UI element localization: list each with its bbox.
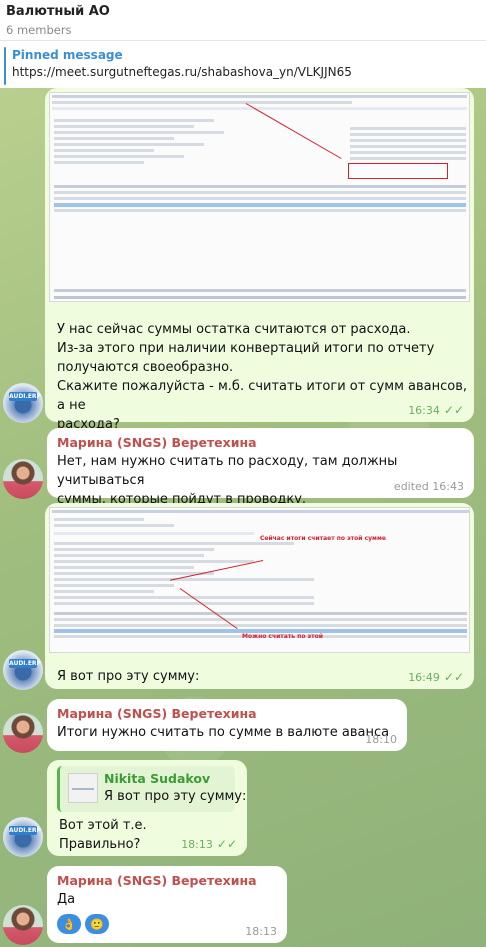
message-time: edited 16:43 xyxy=(393,480,464,493)
reactions[interactable]: 👌 🙂 xyxy=(57,914,109,934)
message-line: Из-за этого при наличии конвертаций итог… xyxy=(57,341,435,356)
pinned-accent xyxy=(4,47,6,85)
sender-name[interactable]: Марина (SNGS) Веретехина xyxy=(57,705,397,723)
message-text: У нас сейчас суммы остатка считаются от … xyxy=(57,320,467,434)
message-bubble[interactable]: Марина (SNGS) Веретехина Нет, нам нужно … xyxy=(47,428,474,507)
message-time: 18:13 ✓✓ xyxy=(181,837,237,851)
member-count: 6 members xyxy=(6,23,72,37)
chat-header[interactable]: Валютный АО 6 members xyxy=(0,0,486,40)
read-check-icon: ✓✓ xyxy=(216,837,237,851)
message-line: получаются своеобразно. xyxy=(57,360,234,375)
message-text: Вот этой т.е. Правильно? xyxy=(59,816,147,854)
reaction-ok-icon[interactable]: 👌 xyxy=(57,914,81,934)
pinned-label: Pinned message xyxy=(12,48,123,62)
message-text: Да xyxy=(57,892,76,907)
message-time: 18:10 xyxy=(365,733,397,746)
avatar[interactable]: AUDI.ERP xyxy=(3,650,43,690)
quote-text: Я вот про эту сумму: xyxy=(104,789,247,804)
pinned-text[interactable]: https://meet.surgutneftegas.ru/shabashov… xyxy=(8,63,478,81)
reply-quote[interactable]: Nikita Sudakov Я вот про эту сумму: xyxy=(57,766,246,812)
message-bubble[interactable]: Марина (SNGS) Веретехина Да 👌 🙂 18:13 xyxy=(47,866,287,943)
message-text: Итоги нужно считать по сумме в валюте ав… xyxy=(57,725,390,740)
pinned-message-bar[interactable]: Pinned message https://meet.surgutnefteg… xyxy=(0,40,486,88)
message-time: 16:34 ✓✓ xyxy=(408,403,464,417)
quote-sender: Nikita Sudakov xyxy=(104,771,211,786)
avatar[interactable] xyxy=(3,459,43,499)
message-bubble[interactable]: Марина (SNGS) Веретехина Итоги нужно счи… xyxy=(47,699,407,751)
message-line: Скажите пожалуйста - м.б. считать итоги … xyxy=(57,379,468,413)
message-bubble[interactable]: У нас сейчас суммы остатка считаются от … xyxy=(45,88,474,432)
message-line: Правильно? xyxy=(59,837,141,852)
message-bubble[interactable]: Сейчас итоги считает по этой сумме Можно… xyxy=(45,503,474,689)
avatar[interactable]: AUDI.ERP xyxy=(3,383,43,423)
avatar[interactable]: AUDI.ERP xyxy=(3,817,43,857)
avatar[interactable] xyxy=(3,713,43,753)
annotation-top: Сейчас итоги считает по этой сумме xyxy=(260,535,386,542)
message-time: 18:13 xyxy=(245,925,277,938)
read-check-icon: ✓✓ xyxy=(443,670,464,684)
message-line: У нас сейчас суммы остатка считаются от … xyxy=(57,322,411,337)
attached-screenshot[interactable]: Сейчас итоги считает по этой сумме Можно… xyxy=(49,507,470,653)
sender-name[interactable]: Марина (SNGS) Веретехина xyxy=(57,872,277,890)
read-check-icon: ✓✓ xyxy=(443,403,464,417)
message-text: Я вот про эту сумму: xyxy=(57,669,200,684)
attached-screenshot[interactable] xyxy=(49,92,470,302)
message-time: 16:49 ✓✓ xyxy=(408,670,464,684)
message-bubble[interactable]: Nikita Sudakov Я вот про эту сумму: Вот … xyxy=(47,760,247,856)
quote-thumbnail xyxy=(68,773,98,803)
chat-title: Валютный АО xyxy=(6,4,110,19)
message-line: Вот этой т.е. xyxy=(59,818,147,833)
avatar[interactable] xyxy=(3,905,43,945)
sender-name[interactable]: Марина (SNGS) Веретехина xyxy=(57,434,464,452)
annotation-bottom: Можно считать по этой xyxy=(242,633,323,640)
reaction-avatar[interactable]: 🙂 xyxy=(85,914,109,934)
